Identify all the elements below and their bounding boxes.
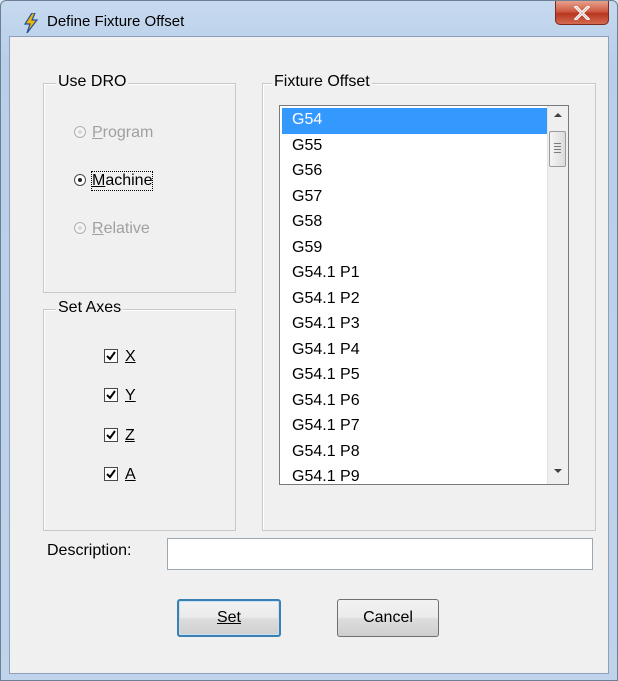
list-item[interactable]: G54.1 P8 bbox=[282, 440, 548, 466]
scroll-down-arrow-icon[interactable] bbox=[548, 462, 568, 480]
radio-program-label: Program bbox=[92, 124, 153, 142]
list-item[interactable]: G54.1 P7 bbox=[282, 414, 548, 440]
checkbox-x-label: X bbox=[125, 348, 136, 365]
fixture-offset-legend: Fixture Offset bbox=[272, 73, 372, 91]
fixture-offset-listbox[interactable]: G54 G55 G56 G57 G58 G59 G54.1 P1 G54.1 P2 G54.1 … bbox=[279, 105, 569, 485]
description-label: Description: bbox=[47, 542, 132, 559]
list-item[interactable]: G58 bbox=[282, 210, 548, 236]
list-item[interactable]: G54.1 P2 bbox=[282, 287, 548, 313]
list-item[interactable]: G59 bbox=[282, 236, 548, 262]
checkbox-a-label: A bbox=[125, 466, 136, 483]
dialog-window: Define Fixture Offset Use DRO Program Ma… bbox=[0, 0, 618, 681]
checkmark-icon bbox=[106, 469, 116, 479]
checkbox-z-box bbox=[104, 428, 118, 442]
radio-program-label-rest: rogram bbox=[102, 124, 154, 141]
radio-machine-dot bbox=[74, 174, 86, 186]
radio-relative-label: Relative bbox=[92, 220, 150, 237]
checkbox-y-label: Y bbox=[125, 387, 136, 404]
list-item[interactable]: G54 bbox=[282, 108, 548, 134]
checkbox-y-box bbox=[104, 388, 118, 402]
description-input[interactable] bbox=[167, 538, 593, 570]
title-bar[interactable]: Define Fixture Offset bbox=[1, 1, 617, 35]
close-icon bbox=[574, 6, 590, 20]
radio-program-dot bbox=[74, 126, 86, 138]
list-item[interactable]: G54.1 P9 bbox=[282, 465, 548, 484]
window-title: Define Fixture Offset bbox=[47, 13, 185, 30]
radio-relative-dot bbox=[74, 222, 86, 234]
checkbox-z-label: Z bbox=[125, 427, 135, 444]
list-item[interactable]: G54.1 P1 bbox=[282, 261, 548, 287]
set-button[interactable]: Set bbox=[177, 599, 281, 637]
list-item[interactable]: G57 bbox=[282, 185, 548, 211]
checkmark-icon bbox=[106, 430, 116, 440]
cancel-button[interactable]: Cancel bbox=[337, 599, 439, 637]
cancel-button-label: Cancel bbox=[363, 609, 413, 626]
radio-program-label-text: P bbox=[92, 124, 103, 141]
use-dro-legend: Use DRO bbox=[56, 73, 129, 91]
list-item[interactable]: G55 bbox=[282, 134, 548, 160]
radio-machine-label: Machine bbox=[90, 171, 154, 191]
listbox-scrollbar[interactable] bbox=[547, 106, 568, 484]
scroll-up-arrow-icon[interactable] bbox=[548, 106, 568, 124]
set-button-label: Set bbox=[216, 609, 241, 626]
checkmark-icon bbox=[106, 351, 116, 361]
list-item[interactable]: G54.1 P3 bbox=[282, 312, 548, 338]
list-item[interactable]: G54.1 P4 bbox=[282, 338, 548, 364]
lightning-bolt-icon bbox=[23, 12, 39, 34]
list-item[interactable]: G54.1 P6 bbox=[282, 389, 548, 415]
scroll-thumb[interactable] bbox=[549, 131, 566, 167]
set-axes-group bbox=[43, 309, 236, 531]
fixture-offset-list: G54 G55 G56 G57 G58 G59 G54.1 P1 G54.1 P2 G54.1 … bbox=[282, 108, 548, 484]
list-item[interactable]: G56 bbox=[282, 159, 548, 185]
checkmark-icon bbox=[106, 390, 116, 400]
close-button[interactable] bbox=[555, 1, 609, 25]
checkbox-x-box bbox=[104, 349, 118, 363]
checkbox-a-box bbox=[104, 467, 118, 481]
set-axes-legend: Set Axes bbox=[56, 299, 124, 317]
list-item[interactable]: G54.1 P5 bbox=[282, 363, 548, 389]
